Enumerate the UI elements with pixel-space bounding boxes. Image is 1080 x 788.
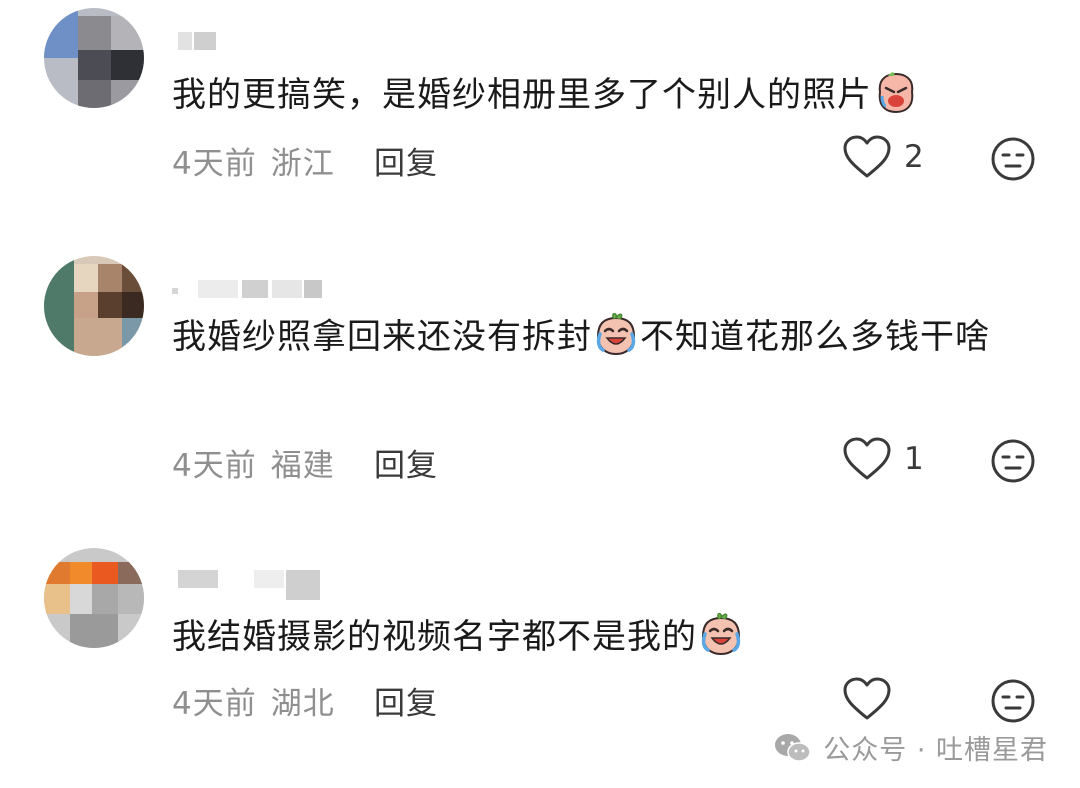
watermark: 公众号 · 吐槽星君 <box>773 728 1048 767</box>
dislike-face-icon[interactable] <box>990 136 1036 182</box>
comment-location: 浙江 <box>270 146 335 182</box>
comment-location: 福建 <box>270 448 335 484</box>
comment-text: 我结婚摄影的视频名字都不是我的 <box>172 608 1012 666</box>
comment-meta: 4天前 湖北 <box>172 678 335 723</box>
heart-icon <box>843 135 891 178</box>
dislike-face-icon[interactable] <box>990 438 1036 484</box>
comment-text-part: 我婚纱照拿回来还没有拆封 <box>172 317 592 357</box>
like-count: 2 <box>904 139 924 175</box>
reply-button[interactable]: 回复 <box>374 138 438 183</box>
username-blurred[interactable] <box>172 32 232 50</box>
avatar[interactable] <box>44 548 144 648</box>
like-count: 1 <box>904 441 924 477</box>
comment-item: 我婚纱照拿回来还没有拆封 不知道花那么多钱干啥 4天前 福建 回复 1 <box>0 250 1080 490</box>
wechat-icon <box>775 733 811 762</box>
comment-text: 我的更搞笑，是婚纱相册里多了个别人的照片 <box>172 66 1012 124</box>
like-button[interactable]: 1 <box>842 436 924 482</box>
comment-text: 我婚纱照拿回来还没有拆封 不知道花那么多钱干啥 <box>172 308 1012 366</box>
crying-face-emoji <box>878 72 914 114</box>
comment-text-part: 我的更搞笑，是婚纱相册里多了个别人的照片 <box>172 75 872 115</box>
laugh-cry-emoji <box>701 612 741 656</box>
heart-icon <box>843 677 891 720</box>
avatar[interactable] <box>44 256 144 356</box>
comment-text-part: 我结婚摄影的视频名字都不是我的 <box>172 617 697 657</box>
comment-text-part: 不知道花那么多钱干啥 <box>640 317 990 357</box>
reply-button[interactable]: 回复 <box>374 678 438 723</box>
like-button[interactable]: 2 <box>842 134 924 180</box>
dislike-face-icon[interactable] <box>990 678 1036 724</box>
like-button[interactable] <box>842 676 904 722</box>
comment-item: 我的更搞笑，是婚纱相册里多了个别人的照片 4天前 浙江 回复 2 <box>0 0 1080 240</box>
comment-time: 4天前 <box>172 448 257 484</box>
comment-time: 4天前 <box>172 146 257 182</box>
comment-meta: 4天前 浙江 <box>172 138 335 183</box>
comment-meta: 4天前 福建 <box>172 440 335 485</box>
heart-icon <box>843 437 891 480</box>
comment-time: 4天前 <box>172 686 257 722</box>
reply-button[interactable]: 回复 <box>374 440 438 485</box>
laugh-cry-emoji <box>596 312 636 356</box>
watermark-text: 公众号 · 吐槽星君 <box>823 735 1048 766</box>
username-blurred[interactable] <box>172 570 342 600</box>
username-blurred[interactable] <box>172 280 332 298</box>
comment-location: 湖北 <box>270 686 335 722</box>
avatar[interactable] <box>44 8 144 108</box>
